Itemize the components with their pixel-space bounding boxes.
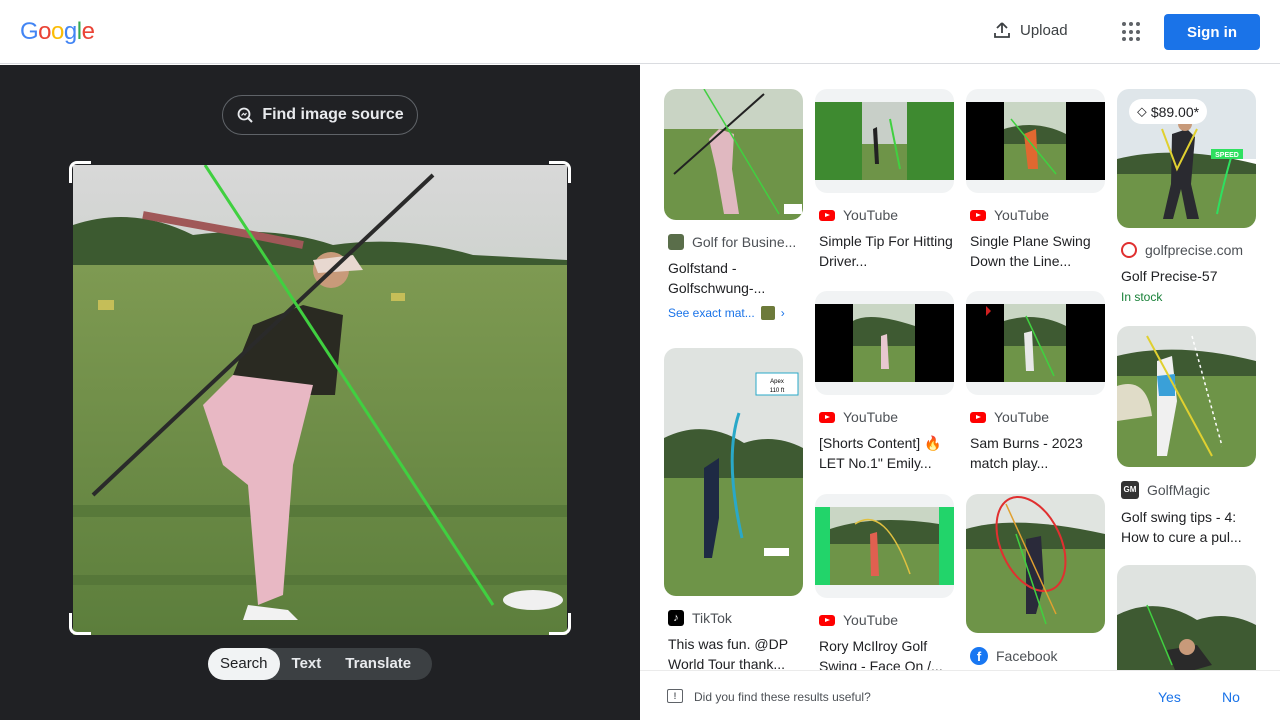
query-image[interactable] — [73, 165, 567, 635]
result-thumbnail[interactable] — [966, 494, 1105, 633]
price-badge: ⬦ $89.00* — [1129, 99, 1208, 124]
feedback-yes-button[interactable]: Yes — [1158, 689, 1181, 705]
result-title[interactable]: Golf Precise-57 — [1117, 266, 1256, 286]
result-thumbnail[interactable] — [815, 89, 954, 193]
result-title[interactable]: Golf swing tips - 4: How to cure a pul..… — [1117, 507, 1256, 547]
crop-handle-top-right[interactable] — [549, 161, 571, 183]
find-image-source-button[interactable]: Find image source — [222, 95, 418, 135]
result-card[interactable] — [1117, 565, 1256, 670]
golfprecise-favicon-icon — [1121, 242, 1137, 258]
result-title[interactable]: Golfstand - Golfschwung-... — [664, 258, 803, 298]
feedback-bar: ! Did you find these results useful? Yes… — [640, 670, 1280, 720]
result-thumbnail[interactable]: SPEED ⬦ $89.00* — [1117, 89, 1256, 228]
crop-handle-bottom-right[interactable] — [549, 613, 571, 635]
crop-handle-top-left[interactable] — [69, 161, 91, 183]
result-source: YouTube — [815, 409, 954, 425]
result-thumbnail[interactable] — [1117, 565, 1256, 670]
result-source: YouTube — [966, 409, 1105, 425]
stock-status: In stock — [1121, 290, 1163, 304]
result-thumbnail[interactable] — [966, 291, 1105, 395]
tiktok-icon: ♪ — [668, 610, 684, 626]
apex-value: 110 ft — [770, 388, 785, 394]
speed-badge-text: SPEED — [1215, 152, 1239, 159]
upload-icon — [994, 22, 1010, 38]
result-card[interactable]: SPEED ⬦ $89.00* golfprecise.com Golf Pre… — [1117, 89, 1256, 304]
find-image-source-label: Find image source — [262, 106, 404, 123]
youtube-icon — [819, 209, 835, 221]
result-card[interactable]: f Facebook — [966, 494, 1105, 665]
result-card[interactable]: YouTube Simple Tip For Hitting Driver... — [815, 89, 954, 271]
result-thumbnail[interactable] — [1117, 326, 1256, 467]
image-search-icon — [237, 107, 254, 123]
price-tag-icon: ⬦ — [1137, 103, 1147, 119]
result-thumbnail[interactable]: Apex 110 ft — [664, 348, 803, 596]
result-card[interactable]: GM GolfMagic Golf swing tips - 4: How to… — [1117, 326, 1256, 547]
result-title[interactable]: Single Plane Swing Down the Line... — [966, 231, 1105, 271]
result-card[interactable]: YouTube Single Plane Swing Down the Line… — [966, 89, 1105, 271]
result-source: YouTube — [815, 207, 954, 223]
youtube-icon — [970, 411, 986, 423]
feedback-no-button[interactable]: No — [1222, 689, 1240, 705]
feedback-icon: ! — [667, 689, 683, 703]
result-card[interactable]: Apex 110 ft ♪ TikTok This was fun. @DP Wo… — [664, 348, 803, 670]
visual-matches-panel: Golf for Busine... Golfstand - Golfschwu… — [640, 65, 1280, 670]
result-card[interactable]: Golf for Busine... Golfstand - Golfschwu… — [664, 89, 803, 320]
youtube-icon — [970, 209, 986, 221]
upload-button[interactable]: Upload — [992, 20, 1068, 40]
result-source: YouTube — [966, 207, 1105, 223]
result-thumbnail[interactable] — [966, 89, 1105, 193]
lens-mode-switcher: Search Text Translate — [208, 648, 432, 680]
mode-search-tab[interactable]: Search — [208, 648, 280, 680]
upload-label: Upload — [1020, 21, 1068, 39]
result-source: f Facebook — [966, 647, 1105, 665]
result-source: golfprecise.com — [1117, 242, 1256, 258]
result-thumbnail[interactable] — [815, 291, 954, 395]
mode-translate-tab[interactable]: Translate — [333, 648, 423, 680]
result-card[interactable]: YouTube Rory McIlroy Golf Swing - Face O… — [815, 494, 954, 670]
apex-label: Apex — [770, 379, 784, 385]
feedback-question: Did you find these results useful? — [694, 690, 871, 704]
result-card[interactable]: YouTube [Shorts Content] 🔥 LET No.1" Emi… — [815, 291, 954, 473]
youtube-icon — [819, 411, 835, 423]
facebook-icon: f — [970, 647, 988, 665]
result-title[interactable]: Simple Tip For Hitting Driver... — [815, 231, 954, 271]
sign-in-button[interactable]: Sign in — [1164, 14, 1260, 50]
top-bar: Google Upload Sign in — [0, 0, 1280, 64]
see-exact-matches-link[interactable]: See exact mat... › — [664, 306, 803, 320]
result-thumbnail[interactable] — [815, 494, 954, 598]
google-logo[interactable]: Google — [20, 18, 95, 46]
youtube-icon — [819, 614, 835, 626]
apps-grid-icon[interactable] — [1122, 22, 1142, 42]
result-title[interactable]: Rory McIlroy Golf Swing - Face On /... — [815, 636, 954, 670]
lens-image-panel: Find image source Search Text Translate — [0, 65, 640, 720]
exact-match-thumb-icon — [760, 306, 775, 320]
result-source: YouTube — [815, 612, 954, 628]
result-title[interactable]: Sam Burns - 2023 match play... — [966, 433, 1105, 473]
result-card[interactable]: YouTube Sam Burns - 2023 match play... — [966, 291, 1105, 473]
crop-handle-bottom-left[interactable] — [69, 613, 91, 635]
result-source: ♪ TikTok — [664, 610, 803, 626]
mode-text-tab[interactable]: Text — [280, 648, 334, 680]
site-favicon-icon — [668, 234, 684, 250]
result-source: Golf for Busine... — [664, 234, 803, 250]
golfmagic-favicon-icon: GM — [1121, 481, 1139, 499]
chevron-right-icon: › — [780, 306, 785, 320]
result-title[interactable]: This was fun. @DP World Tour thank... — [664, 634, 803, 670]
result-source: GM GolfMagic — [1117, 481, 1256, 499]
result-title[interactable]: [Shorts Content] 🔥 LET No.1" Emily... — [815, 433, 954, 473]
result-thumbnail[interactable] — [664, 89, 803, 220]
